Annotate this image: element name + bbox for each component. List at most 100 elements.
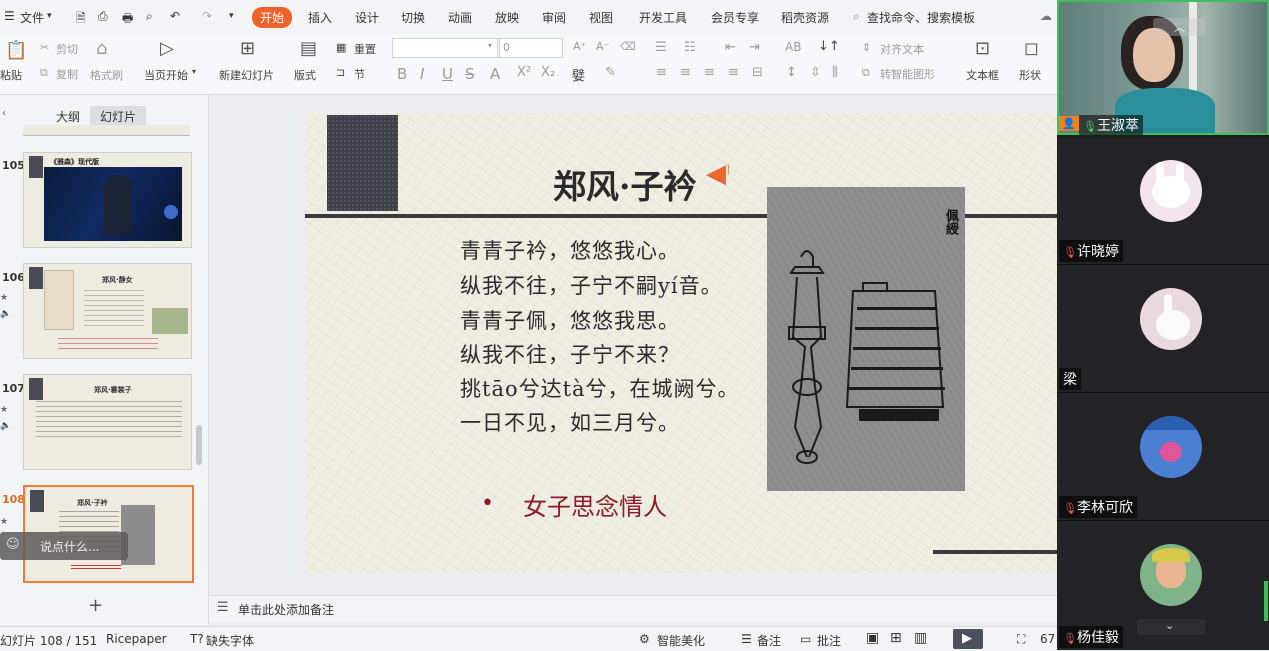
- more-chevron-icon[interactable]: ▾: [229, 11, 234, 21]
- slide-canvas[interactable]: 郑风·子衿 ◀ ⦚ 青青子衿，悠悠我心。 纵我不往，子宁不嗣yí音。 青青子佩，…: [305, 113, 1060, 573]
- menu-review[interactable]: 审阅: [542, 9, 566, 26]
- fit-window-icon[interactable]: ⛶: [1017, 632, 1025, 647]
- export-icon[interactable]: ⎙: [98, 9, 108, 24]
- participant-tile[interactable]: 🎙李林可欣: [1057, 393, 1269, 521]
- scrollbar-thumb[interactable]: [196, 425, 202, 465]
- new-slide-button[interactable]: 新建幻灯片: [219, 67, 274, 83]
- chevron-down-icon[interactable]: ▾: [47, 11, 52, 21]
- comment-overlay[interactable]: ☺ 说点什么...: [0, 532, 128, 560]
- layout-button[interactable]: 版式: [294, 67, 316, 83]
- collapse-icon[interactable]: ‹: [2, 108, 6, 119]
- cloud-icon[interactable]: ☁: [1040, 9, 1052, 23]
- paste-button[interactable]: 粘贴: [0, 67, 22, 83]
- normal-view-icon[interactable]: ▣: [866, 630, 879, 646]
- highlight-icon[interactable]: ✎: [605, 65, 616, 80]
- superscript-icon[interactable]: X²: [517, 65, 531, 80]
- command-search[interactable]: 查找命令、搜索模板: [867, 9, 975, 26]
- clear-format-icon[interactable]: ⌫: [620, 40, 636, 53]
- thumbnail-slide-105[interactable]: 《雅森》现代版: [23, 152, 192, 248]
- text-direction-icon[interactable]: AB: [785, 40, 801, 54]
- align-text-button[interactable]: 对齐文本: [880, 41, 924, 57]
- theme-name[interactable]: Ricepaper: [106, 632, 167, 646]
- emoji-icon[interactable]: ☺: [6, 537, 20, 552]
- smart-beautify-button[interactable]: 智能美化: [657, 632, 705, 649]
- participant-tile[interactable]: ⌄ 🎙杨佳毅: [1057, 521, 1269, 650]
- undo-icon[interactable]: ↶: [170, 9, 180, 23]
- play-slideshow-button[interactable]: ▶: [953, 629, 983, 649]
- pendant-illustration[interactable]: 佩綬: [767, 187, 965, 491]
- format-painter-button[interactable]: 格式刷: [90, 67, 123, 83]
- print-icon[interactable]: 🖶: [122, 9, 133, 30]
- menu-design[interactable]: 设计: [355, 9, 379, 26]
- strikethrough-icon[interactable]: S: [465, 65, 475, 83]
- indent-icon[interactable]: ⇥: [749, 40, 760, 55]
- font-name-select[interactable]: [392, 38, 498, 58]
- chevron-down-icon[interactable]: ▾: [488, 41, 492, 50]
- outdent-icon[interactable]: ⇤: [725, 40, 736, 55]
- collapse-handle[interactable]: ︿: [1153, 18, 1205, 36]
- redo-icon[interactable]: ↷: [202, 9, 212, 23]
- menu-insert[interactable]: 插入: [308, 9, 332, 26]
- section-button[interactable]: 节: [354, 66, 365, 82]
- slide-sorter-icon[interactable]: ⊞: [890, 630, 902, 646]
- scroll-down-button[interactable]: ⌄: [1137, 619, 1205, 635]
- copy-button[interactable]: 复制: [56, 66, 78, 82]
- bold-icon[interactable]: B: [397, 65, 407, 83]
- zoom-level[interactable]: 67: [1040, 632, 1055, 646]
- align-left-icon[interactable]: ≡: [656, 65, 667, 80]
- participant-tile[interactable]: 梁: [1057, 265, 1269, 393]
- missing-font-button[interactable]: 缺失字体: [206, 632, 254, 649]
- play-from-current-button[interactable]: 当页开始: [144, 67, 188, 83]
- line-spacing-icon[interactable]: ↕: [786, 65, 797, 80]
- thumbnail-slide-106[interactable]: 郑风·静女: [23, 263, 192, 359]
- menu-developer[interactable]: 开发工具: [639, 9, 687, 26]
- participant-tile-active[interactable]: ︿ 👤 🎙王淑萃: [1057, 0, 1269, 135]
- hamburger-icon[interactable]: ☰: [4, 9, 15, 23]
- paragraph-spacing-icon[interactable]: ⇳: [810, 65, 821, 80]
- save-icon[interactable]: 🗎: [76, 9, 86, 30]
- menu-member[interactable]: 会员专享: [711, 9, 759, 26]
- phonetic-icon[interactable]: 嬖: [572, 65, 585, 84]
- column-icon[interactable]: ⫼: [832, 65, 838, 80]
- italic-icon[interactable]: I: [420, 65, 424, 83]
- notes-bar[interactable]: ☰ 单击此处添加备注: [209, 595, 1060, 622]
- underline-icon[interactable]: U: [442, 65, 453, 83]
- sort-icon[interactable]: ↓↑: [818, 39, 840, 54]
- tab-outline[interactable]: 大纲: [56, 108, 80, 125]
- textbox-button[interactable]: 文本框: [966, 67, 999, 83]
- participant-tile[interactable]: 🎙许晓婷: [1057, 137, 1269, 265]
- cut-button[interactable]: 剪切: [56, 41, 78, 57]
- comments-button[interactable]: 批注: [817, 632, 841, 649]
- numbered-list-icon[interactable]: ☷: [684, 40, 696, 55]
- reset-button[interactable]: 重置: [354, 41, 376, 57]
- speaker-icon[interactable]: ◀: [706, 159, 726, 189]
- font-color-icon[interactable]: A: [490, 65, 500, 83]
- notes-placeholder[interactable]: 单击此处添加备注: [238, 601, 334, 618]
- shape-button[interactable]: 形状: [1019, 67, 1041, 83]
- tab-slides[interactable]: 幻灯片: [90, 106, 147, 127]
- thumbnail-previous-partial[interactable]: [23, 125, 190, 136]
- add-slide-button[interactable]: +: [88, 595, 103, 616]
- chevron-down-icon[interactable]: ▾: [192, 67, 196, 76]
- menu-animation[interactable]: 动画: [448, 9, 472, 26]
- menu-transition[interactable]: 切换: [401, 9, 425, 26]
- paste-icon[interactable]: 📋: [5, 40, 27, 61]
- preview-icon[interactable]: ⌕: [146, 9, 153, 24]
- font-increase-icon[interactable]: A⁺: [573, 40, 586, 53]
- align-right-icon[interactable]: ≡: [704, 65, 715, 80]
- smartart-button[interactable]: 转智能图形: [880, 66, 935, 82]
- distribute-icon[interactable]: ⊟: [752, 65, 763, 80]
- notes-toggle-button[interactable]: 备注: [757, 632, 781, 649]
- menu-file[interactable]: 文件: [20, 9, 44, 26]
- menu-slideshow[interactable]: 放映: [495, 9, 519, 26]
- thumbnail-slide-107[interactable]: 郑风·褰裳子: [23, 374, 192, 470]
- font-size-select[interactable]: 0: [499, 38, 563, 58]
- menu-docer[interactable]: 稻壳资源: [781, 9, 829, 26]
- menu-view[interactable]: 视图: [589, 9, 613, 26]
- bullet-list-icon[interactable]: ☰: [655, 40, 667, 55]
- font-decrease-icon[interactable]: A⁻: [596, 40, 609, 53]
- subscript-icon[interactable]: X₂: [541, 65, 555, 80]
- justify-icon[interactable]: ≡: [728, 65, 739, 80]
- comment-input[interactable]: 说点什么...: [40, 538, 99, 555]
- menu-home[interactable]: 开始: [252, 7, 293, 28]
